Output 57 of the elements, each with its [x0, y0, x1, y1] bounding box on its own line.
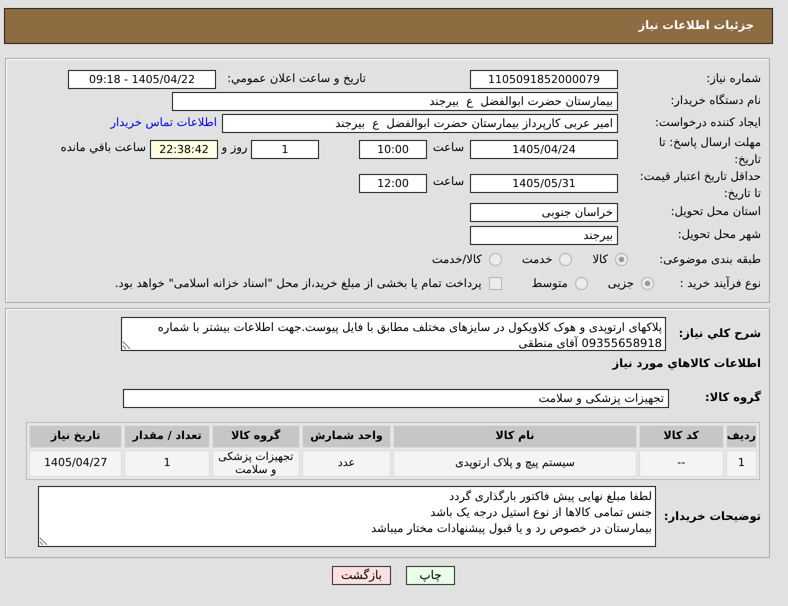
column-header: نام کالا [393, 425, 637, 448]
need-number-field[interactable]: 1105091852000079 [470, 70, 618, 88]
back-button[interactable]: بازگشت [332, 566, 391, 586]
option-label: خدمت [522, 252, 552, 268]
city-field[interactable]: بیرجند [470, 226, 618, 244]
field-label: شماره نیاز: [705, 71, 761, 87]
table-cell: سیستم پیچ و پلاک ارتوپدی [393, 450, 637, 478]
option-label: جزیی [608, 276, 634, 292]
validity-date-field[interactable]: 1405/05/31 [470, 174, 618, 193]
table-cell: تجهیزات پزشکی و سلامت [212, 450, 300, 478]
field-label: طبقه بندی موضوعی: [658, 252, 761, 268]
table-cell: 1 [124, 450, 210, 478]
section-heading: اطلاعات کالاهاي مورد نیاز [611, 356, 761, 372]
field-label: تاریخ و ساعت اعلان عمومي: [226, 71, 366, 87]
option-label: متوسط [532, 276, 568, 292]
field-label: ساعت [432, 174, 466, 190]
field-label: توضیحات خریدار: [662, 509, 761, 525]
option-label: کالا [592, 252, 608, 268]
field-label: نوع فرآیند خرید : [678, 276, 761, 292]
validity-time-field[interactable]: 12:00 [359, 174, 427, 193]
field-label: شهر محل تحویل: [676, 227, 761, 243]
buyer-contact-link[interactable]: اطلاعات تماس خریدار [110, 115, 217, 131]
print-button[interactable]: چاپ [406, 566, 455, 586]
column-header: کد کالا [638, 425, 724, 448]
deadline-date-field[interactable]: 1405/04/24 [470, 140, 618, 159]
field-label: مهلت ارسال پاسخ: تا تاریخ: [658, 134, 761, 168]
province-field[interactable]: خراسان جنوبی [470, 202, 618, 222]
goods-group-field[interactable]: تجهیزات پزشکی و سلامت [123, 388, 669, 408]
requester-field[interactable]: امیر عربی کارپرداز بیمارستان حضرت ابوالفضل ع بیرجند [222, 114, 618, 132]
column-header: تعداد / مقدار [124, 425, 210, 448]
column-header: واحد شمارش [302, 425, 392, 448]
field-label: نام دستگاه خریدار: [669, 93, 761, 109]
buyer-org-field[interactable]: بیمارستان حضرت ابوالفضل ع بیرجند [172, 92, 618, 110]
field-label: حداقل تاریخ اعتبار قیمت: تا تاریخ: [638, 168, 761, 202]
table-cell: 1 [726, 450, 757, 478]
days-left-field[interactable]: 1 [251, 140, 319, 159]
field-label: ایجاد کننده درخواست: [654, 115, 761, 131]
column-header: گروه کالا [212, 425, 300, 448]
field-label: ساعت باقي مانده [60, 140, 146, 156]
table-cell: 1405/04/27 [29, 450, 122, 478]
option-label: کالا/خدمت [432, 252, 482, 268]
column-header: ردیف [726, 425, 757, 448]
field-label: ساعت [432, 140, 466, 156]
field-label: گروه کالا: [704, 390, 761, 406]
column-header: تاریخ نیاز [29, 425, 122, 448]
page-title: جزئیات اطلاعات نیاز [638, 18, 754, 34]
time-left-field[interactable]: 22:38:42 [150, 140, 218, 159]
announce-date-field[interactable]: 1405/04/22 - 09:18 [68, 70, 216, 88]
field-label: روز و [220, 140, 248, 156]
option-label: پرداخت تمام یا بخشی از مبلغ خرید،از محل "اسناد خزانه اسلامی" خواهد بود. [114, 276, 482, 292]
table-cell: عدد [302, 450, 392, 478]
description-field[interactable]: پلاکهای ارتوپدی و هوک کلاویکول در سایزهای مختلف مطابق با فایل پیوست.جهت اطلاعات بیشتر با شماره 09355658918 آقای منطقی [121, 317, 666, 351]
buyer-notes-field[interactable]: لطفا مبلغ نهایی پیش فاکتور بارگذاری گردد جنس تمامی کالاها از نوع استیل درجه یک باشد بیمارستان در خصوص رد و یا قبول پیشنهادات مختار میباشد [38, 486, 656, 548]
field-label: شرح کلي نیاز: [678, 326, 761, 342]
field-label: استان محل تحویل: [670, 204, 761, 220]
table-cell: -- [638, 450, 724, 478]
deadline-time-field[interactable]: 10:00 [359, 140, 427, 159]
